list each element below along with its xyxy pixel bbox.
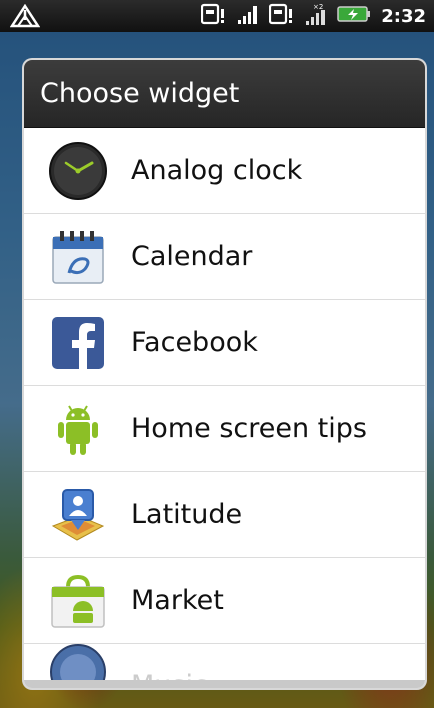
choose-widget-dialog: Choose widget Analog clock Calendar Face… <box>24 60 425 688</box>
widget-item-market[interactable]: Market <box>24 558 425 644</box>
latitude-icon <box>46 483 110 547</box>
widget-list[interactable]: Analog clock Calendar Facebook Home scre… <box>24 128 425 686</box>
battery-charging-icon <box>337 5 371 27</box>
svg-text:×2: ×2 <box>313 3 323 11</box>
calendar-icon <box>46 225 110 289</box>
market-icon <box>46 569 110 633</box>
sim-card-icon <box>269 3 295 29</box>
widget-item-home-screen-tips[interactable]: Home screen tips <box>24 386 425 472</box>
sim-card-icon <box>201 3 227 29</box>
widget-item-analog-clock[interactable]: Analog clock <box>24 128 425 214</box>
signal-roaming-icon: ×2 <box>305 2 327 30</box>
warning-icon <box>9 3 41 32</box>
signal-icon <box>237 3 259 29</box>
widget-item-latitude[interactable]: Latitude <box>24 472 425 558</box>
widget-label: Market <box>131 585 224 616</box>
dialog-title: Choose widget <box>24 60 425 128</box>
widget-label: Facebook <box>131 327 258 358</box>
android-icon <box>46 397 110 461</box>
widget-label: Analog clock <box>131 155 303 186</box>
widget-label: Home screen tips <box>131 413 367 444</box>
dialog-bottom-bar <box>24 680 425 688</box>
status-bar: ×2 2:32 <box>0 0 434 32</box>
widget-item-calendar[interactable]: Calendar <box>24 214 425 300</box>
widget-label: Latitude <box>131 499 243 530</box>
status-time: 2:32 <box>381 5 426 27</box>
widget-label: Calendar <box>131 241 253 272</box>
facebook-icon <box>46 311 110 375</box>
widget-item-facebook[interactable]: Facebook <box>24 300 425 386</box>
analog-clock-icon <box>46 139 110 203</box>
